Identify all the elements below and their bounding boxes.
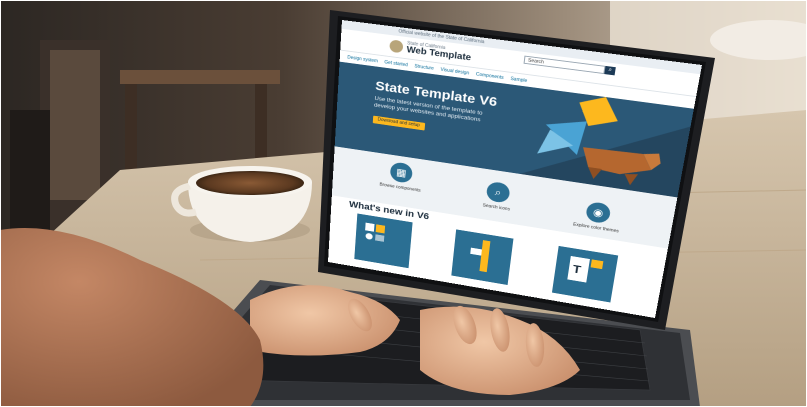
feature-label: Search icons xyxy=(463,200,529,215)
feature-label: Explore color themes xyxy=(562,220,631,236)
nav-item-sample[interactable]: Sample xyxy=(510,76,527,83)
search-icon: ⌕ xyxy=(494,186,502,198)
card-illustration: T xyxy=(552,246,618,303)
state-seal-logo xyxy=(389,39,403,53)
feature-browse-components[interactable]: ▦ Browse components xyxy=(368,158,434,195)
nav-item-get-started[interactable]: Get started xyxy=(384,60,408,68)
card-illustration xyxy=(451,229,513,285)
whats-new-card-3[interactable]: T xyxy=(552,246,618,303)
feature-search-icons[interactable]: ⌕ Search icons xyxy=(463,178,532,216)
whats-new-card-2[interactable] xyxy=(451,229,513,285)
feature-color-themes[interactable]: ◉ Explore color themes xyxy=(562,198,635,236)
feature-label: Browse components xyxy=(368,180,432,195)
magnifier-icon: ⌕ xyxy=(608,67,612,73)
grid-icon: ▦ xyxy=(396,166,407,179)
search-button[interactable]: ⌕ xyxy=(604,66,616,75)
nav-item-structure[interactable]: Structure xyxy=(414,64,434,72)
palette-icon: ◉ xyxy=(592,206,604,219)
whats-new-card-1[interactable] xyxy=(354,213,412,268)
card-illustration xyxy=(354,213,412,268)
photo-scene: Official website of the State of Califor… xyxy=(0,0,807,407)
